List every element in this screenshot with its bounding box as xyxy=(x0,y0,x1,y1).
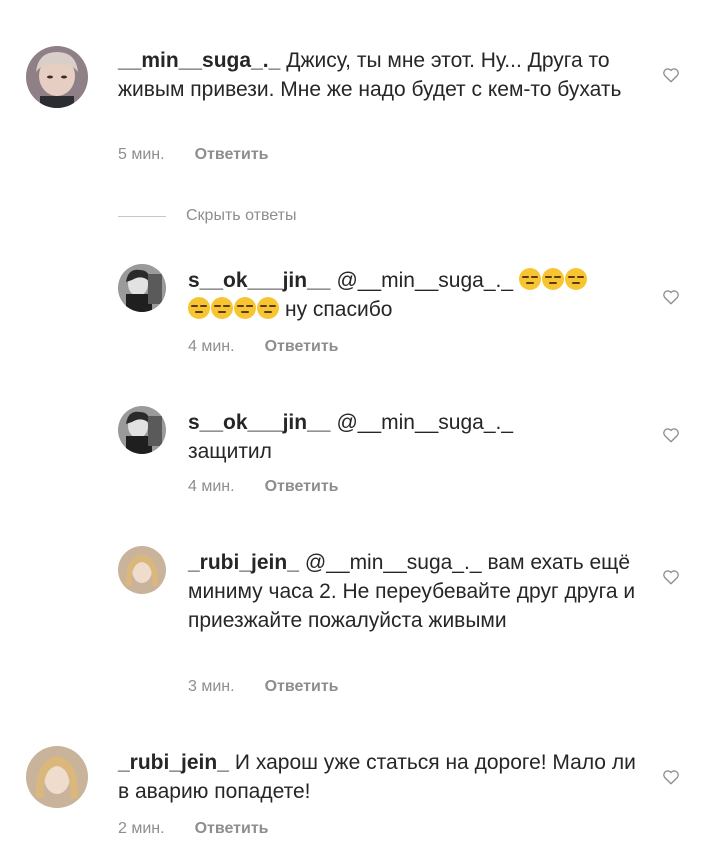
expressionless-face-icon xyxy=(542,268,565,290)
username[interactable]: _rubi_jein_ xyxy=(118,751,229,774)
timestamp: 2 мин. xyxy=(118,820,165,837)
reply-button[interactable]: Ответить xyxy=(265,478,339,495)
hide-replies[interactable]: Скрыть ответы xyxy=(118,204,296,228)
mention[interactable]: @__min__suga_._ xyxy=(336,269,513,292)
comment-text: _rubi_jein_ И харош уже статься на дороге… xyxy=(118,748,638,806)
heart-icon[interactable] xyxy=(662,768,680,786)
avatar[interactable] xyxy=(26,46,88,108)
comment-meta: 3 мин. Ответить xyxy=(188,678,339,696)
username[interactable]: _rubi_jein_ xyxy=(188,551,299,574)
comment-text: _rubi_jein_ @__min__suga_._ вам ехать ещё … xyxy=(188,548,648,635)
comment-meta: 2 мин. Ответить xyxy=(118,820,269,838)
avatar[interactable] xyxy=(118,406,166,454)
timestamp: 3 мин. xyxy=(188,678,235,695)
avatar[interactable] xyxy=(118,546,166,594)
comment-meta: 4 мин. Ответить xyxy=(188,338,339,356)
expressionless-face-icon xyxy=(565,268,588,290)
timestamp: 4 мин. xyxy=(188,478,235,495)
expressionless-face-icon xyxy=(188,297,210,319)
comment-text: __min__suga_._ Джису, ты мне этот. Ну... … xyxy=(118,46,638,104)
expressionless-face-icon xyxy=(211,297,233,319)
expressionless-face-icon xyxy=(519,268,542,290)
username[interactable]: __min__suga_._ xyxy=(118,49,280,72)
reply-button[interactable]: Ответить xyxy=(265,338,339,355)
hide-replies-label[interactable]: Скрыть ответы xyxy=(186,207,296,225)
avatar[interactable] xyxy=(26,746,88,808)
comment-body: ну спасибо xyxy=(285,298,393,321)
heart-icon[interactable] xyxy=(662,426,680,444)
comment-body: защитил xyxy=(188,440,272,463)
reply-button[interactable]: Ответить xyxy=(265,678,339,695)
heart-icon[interactable] xyxy=(662,568,680,586)
avatar[interactable] xyxy=(118,264,166,312)
comment-meta: 5 мин. Ответить xyxy=(118,146,269,164)
mention[interactable]: @__min__suga_._ xyxy=(336,411,513,434)
username[interactable]: s__ok___jin__ xyxy=(188,411,330,434)
expressionless-face-icon xyxy=(257,297,279,319)
divider xyxy=(118,215,166,217)
heart-icon[interactable] xyxy=(662,288,680,306)
comment-meta: 4 мин. Ответить xyxy=(188,478,339,496)
timestamp: 5 мин. xyxy=(118,146,165,163)
comment-text: s__ok___jin__ @__min__suga_._ ну спасибо xyxy=(188,266,648,324)
mention[interactable]: @__min__suga_._ xyxy=(305,551,482,574)
heart-icon[interactable] xyxy=(662,66,680,84)
comment-text: s__ok___jin__ @__min__suga_._ защитил xyxy=(188,408,648,466)
username[interactable]: s__ok___jin__ xyxy=(188,269,330,292)
reply-button[interactable]: Ответить xyxy=(195,146,269,163)
timestamp: 4 мин. xyxy=(188,338,235,355)
expressionless-face-icon xyxy=(234,297,256,319)
reply-button[interactable]: Ответить xyxy=(195,820,269,837)
